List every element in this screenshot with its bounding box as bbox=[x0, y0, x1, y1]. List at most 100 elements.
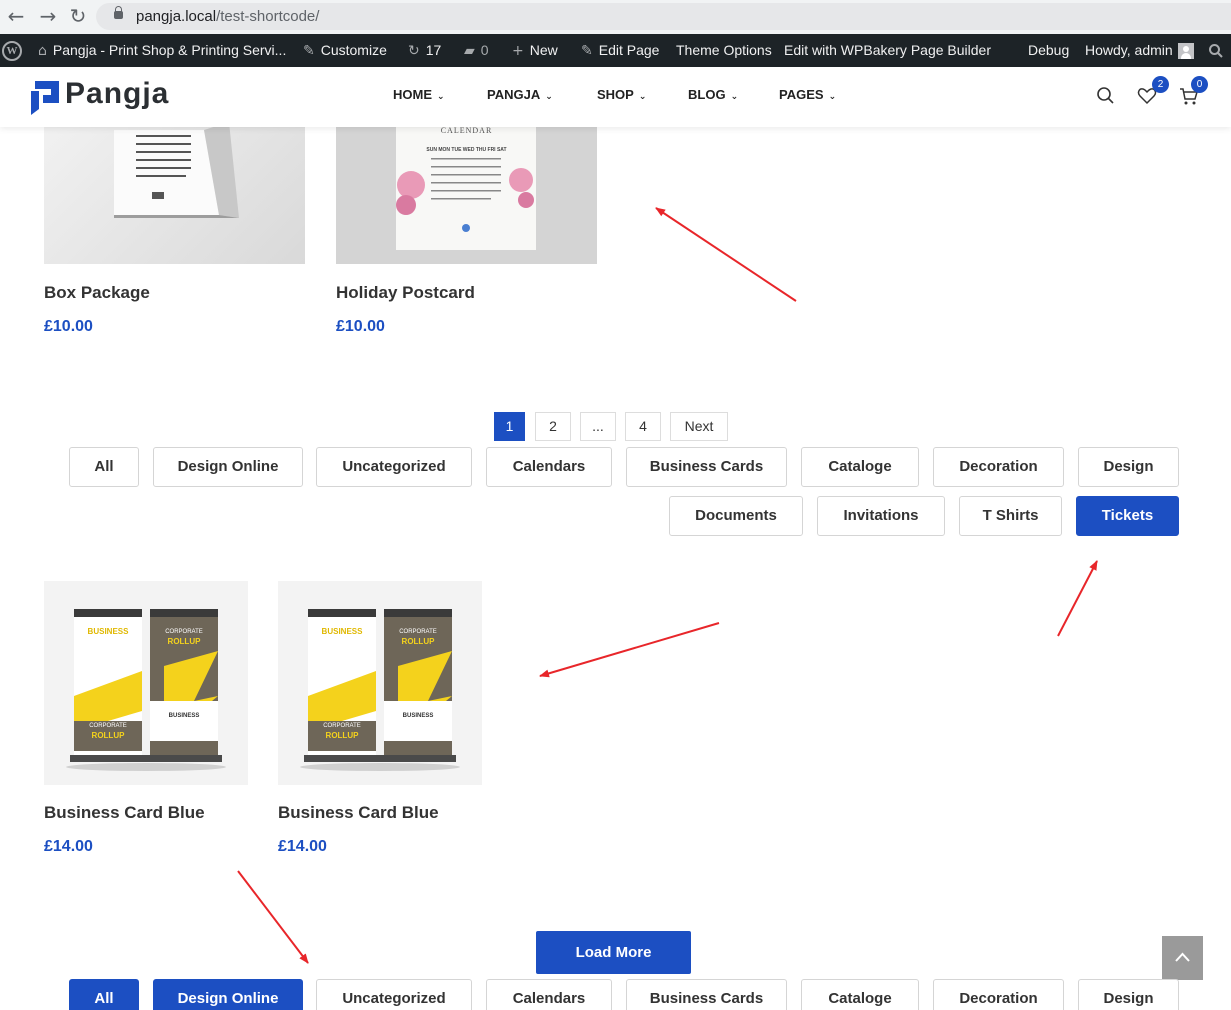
nav-home[interactable]: HOME ⌄ bbox=[393, 87, 445, 102]
filter-all[interactable]: All bbox=[69, 447, 139, 487]
reload-icon[interactable]: ↻ bbox=[66, 4, 90, 28]
pangja-logo-icon[interactable] bbox=[31, 81, 59, 115]
product-price: £10.00 bbox=[44, 318, 93, 335]
admin-bar-account[interactable]: Howdy, admin bbox=[1085, 34, 1194, 67]
filter-cataloge[interactable]: Cataloge bbox=[801, 979, 919, 1010]
filter-business-cards[interactable]: Business Cards bbox=[626, 979, 787, 1010]
product-image[interactable] bbox=[44, 110, 305, 264]
banner-text: ROLLUP bbox=[325, 731, 359, 740]
address-bar[interactable]: pangja.local/test-shortcode/ bbox=[96, 3, 1231, 30]
site-logo-text[interactable]: Pangja bbox=[65, 77, 169, 111]
admin-bar-updates[interactable]: ↻ 17 bbox=[408, 34, 441, 67]
filter-design-online[interactable]: Design Online bbox=[153, 447, 303, 487]
admin-bar-edit-page[interactable]: ✎ Edit Page bbox=[581, 34, 659, 67]
page-4-button[interactable]: 4 bbox=[625, 412, 661, 441]
forward-icon[interactable]: → bbox=[36, 4, 60, 28]
filter-all[interactable]: All bbox=[69, 979, 139, 1010]
chevron-down-icon: ⌄ bbox=[828, 92, 837, 102]
chevron-down-icon: ⌄ bbox=[545, 92, 553, 102]
banner-text: CORPORATE bbox=[399, 629, 437, 635]
banner-text: CORPORATE bbox=[89, 723, 127, 729]
filter-uncategorized[interactable]: Uncategorized bbox=[316, 447, 472, 487]
product-image[interactable]: BUSINESS CORPORATE ROLLUP BUSINESS CORPO… bbox=[44, 581, 248, 785]
product-title[interactable]: Box Package bbox=[44, 283, 150, 303]
back-to-top-button[interactable] bbox=[1162, 936, 1203, 980]
chevron-down-icon: ⌄ bbox=[437, 92, 445, 102]
calendar-heading: CALENDAR bbox=[440, 126, 493, 135]
page-ellipsis: ... bbox=[580, 412, 616, 441]
filter-tickets[interactable]: Tickets bbox=[1076, 496, 1179, 536]
banner-text: CORPORATE bbox=[165, 629, 203, 635]
brush-icon: ✎ bbox=[303, 43, 315, 59]
admin-bar-search-icon[interactable] bbox=[1208, 34, 1224, 67]
product-price: £10.00 bbox=[336, 318, 385, 335]
product-title[interactable]: Holiday Postcard bbox=[336, 283, 475, 303]
page-1-button[interactable]: 1 bbox=[494, 412, 525, 441]
filter-documents[interactable]: Documents bbox=[669, 496, 803, 536]
updates-icon: ↻ bbox=[408, 43, 420, 59]
filter-t-shirts[interactable]: T Shirts bbox=[959, 496, 1062, 536]
filter-invitations[interactable]: Invitations bbox=[817, 496, 945, 536]
admin-bar-customize[interactable]: ✎ Customize bbox=[303, 34, 387, 67]
banner-text: CORPORATE bbox=[323, 723, 361, 729]
nav-shop[interactable]: SHOP ⌄ bbox=[597, 87, 646, 102]
page-next-button[interactable]: Next bbox=[670, 412, 728, 441]
wordpress-logo-icon[interactable]: W bbox=[2, 41, 22, 61]
filter-design[interactable]: Design bbox=[1078, 447, 1179, 487]
banner-text: BUSINESS bbox=[402, 713, 434, 719]
banner-text: ROLLUP bbox=[91, 731, 125, 740]
product-image[interactable]: CALENDAR SUN MON TUE WED THU FRI SAT bbox=[336, 110, 597, 264]
admin-bar-comments[interactable]: ▰ 0 bbox=[464, 34, 489, 67]
pencil-icon: ✎ bbox=[581, 43, 593, 59]
nav-blog[interactable]: BLOG ⌄ bbox=[688, 87, 738, 102]
banner-text: ROLLUP bbox=[401, 637, 435, 646]
load-more-button[interactable]: Load More bbox=[536, 931, 691, 974]
product-price: £14.00 bbox=[44, 838, 93, 855]
search-icon[interactable] bbox=[1095, 85, 1117, 107]
lock-icon bbox=[114, 6, 123, 19]
admin-bar-site[interactable]: ⌂ Pangja - Print Shop & Printing Servi... bbox=[38, 34, 286, 67]
chevron-down-icon: ⌄ bbox=[638, 92, 647, 102]
filter-calendars[interactable]: Calendars bbox=[486, 979, 612, 1010]
filter-design[interactable]: Design bbox=[1078, 979, 1179, 1010]
product-image[interactable]: BUSINESS CORPORATE ROLLUP BUSINESS CORPO… bbox=[278, 581, 482, 785]
product-title[interactable]: Business Card Blue bbox=[44, 803, 205, 823]
admin-bar-debug[interactable]: Debug bbox=[1028, 34, 1069, 67]
product-title[interactable]: Business Card Blue bbox=[278, 803, 439, 823]
page-2-button[interactable]: 2 bbox=[535, 412, 571, 441]
chevron-up-icon bbox=[1175, 952, 1190, 962]
filter-cataloge[interactable]: Cataloge bbox=[801, 447, 919, 487]
filter-design-online[interactable]: Design Online bbox=[153, 979, 303, 1010]
nav-pangja[interactable]: PANGJA ⌄ bbox=[487, 87, 553, 102]
plus-icon: + bbox=[512, 43, 524, 59]
admin-bar-new[interactable]: + New bbox=[512, 34, 558, 67]
filter-calendars[interactable]: Calendars bbox=[486, 447, 612, 487]
annotation-arrow bbox=[1057, 560, 1098, 637]
filter-decoration[interactable]: Decoration bbox=[933, 979, 1064, 1010]
admin-bar-wpbakery[interactable]: Edit with WPBakery Page Builder bbox=[784, 34, 991, 67]
home-icon: ⌂ bbox=[38, 43, 47, 59]
filter-business-cards[interactable]: Business Cards bbox=[626, 447, 787, 487]
banner-text: BUSINESS bbox=[321, 627, 363, 636]
annotation-arrow bbox=[539, 622, 720, 678]
cart-count-badge: 0 bbox=[1191, 76, 1208, 93]
chevron-down-icon: ⌄ bbox=[730, 92, 739, 102]
browser-toolbar: ← → ↻ pangja.local/test-shortcode/ bbox=[0, 0, 1231, 34]
comment-icon: ▰ bbox=[464, 43, 475, 59]
filter-uncategorized[interactable]: Uncategorized bbox=[316, 979, 472, 1010]
nav-pages[interactable]: PAGES ⌄ bbox=[779, 87, 836, 102]
calendar-days: SUN MON TUE WED THU FRI SAT bbox=[426, 147, 507, 153]
wp-admin-bar: W ⌂ Pangja - Print Shop & Printing Servi.… bbox=[0, 34, 1231, 67]
banner-text: ROLLUP bbox=[167, 637, 201, 646]
site-header: Pangja HOME ⌄ PANGJA ⌄ SHOP ⌄ BLOG ⌄ PAGES ⌄ … bbox=[0, 67, 1231, 127]
admin-bar-theme-options[interactable]: Theme Options bbox=[676, 34, 772, 67]
filter-decoration[interactable]: Decoration bbox=[933, 447, 1064, 487]
banner-text: BUSINESS bbox=[168, 713, 200, 719]
banner-text: BUSINESS bbox=[87, 627, 129, 636]
wishlist-count-badge: 2 bbox=[1152, 76, 1169, 93]
avatar bbox=[1177, 43, 1194, 60]
annotation-arrow bbox=[237, 870, 309, 964]
annotation-arrow bbox=[655, 207, 797, 302]
url-text: pangja.local/test-shortcode/ bbox=[136, 8, 320, 25]
back-icon[interactable]: ← bbox=[4, 4, 28, 28]
